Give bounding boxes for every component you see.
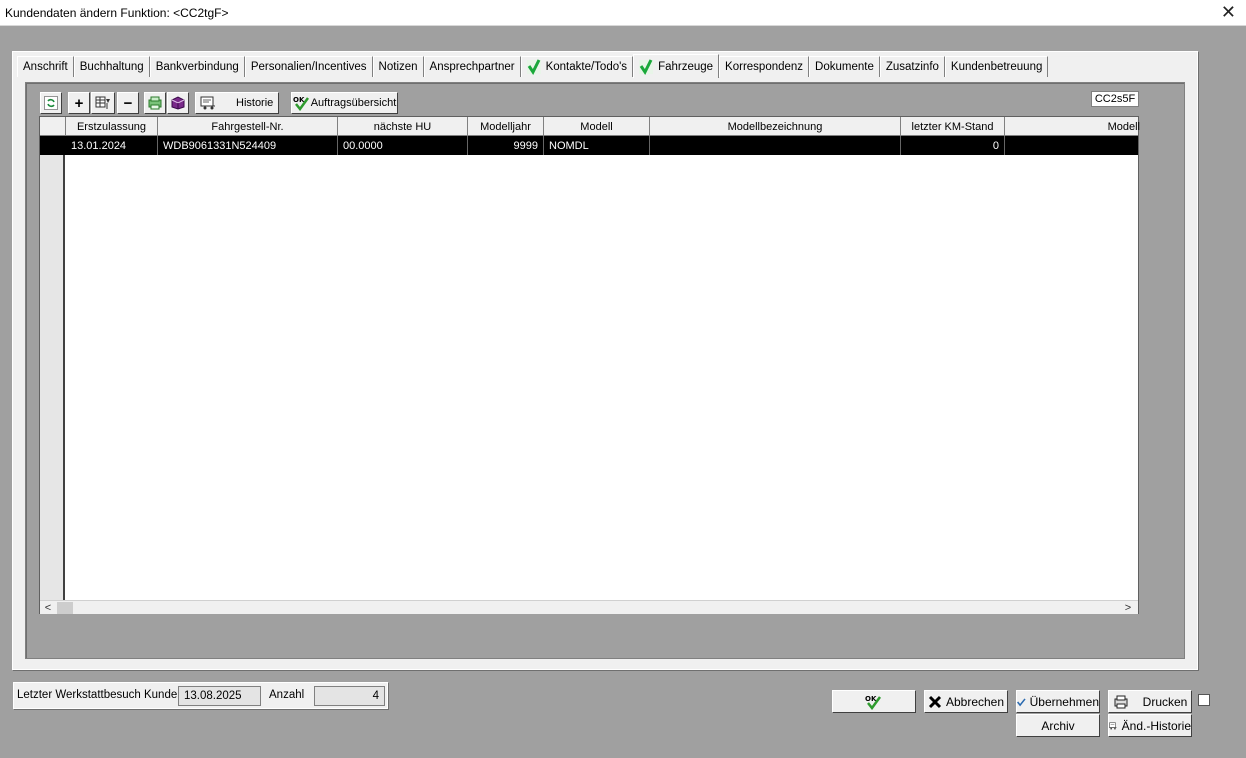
tab-personalien[interactable]: Personalien/Incentives [244, 56, 373, 77]
cell-modell: NOMDL [544, 136, 650, 155]
header-fahrgestell[interactable]: Fahrgestell-Nr. [158, 117, 338, 136]
table-row[interactable]: 13.01.2024 WDB9061331N524409 00.0000 999… [40, 136, 1138, 155]
printer-icon [1114, 695, 1128, 708]
tab-bankverbindung[interactable]: Bankverbindung [149, 56, 245, 77]
cell-erstzulassung: 13.01.2024 [66, 136, 158, 155]
function-code: CC2s5F [1091, 91, 1139, 107]
change-history-button[interactable]: Änd.-Historie [1108, 714, 1192, 737]
cell-modellbezeichnung [650, 136, 901, 155]
auftragsuebersicht-button[interactable]: OK Auftragsübersicht [291, 92, 398, 114]
header-indicator [40, 117, 66, 136]
tab-buchhaltung[interactable]: Buchhaltung [73, 56, 150, 77]
header-km-stand[interactable]: letzter KM-Stand [901, 117, 1005, 136]
tab-zusatzinfo[interactable]: Zusatzinfo [879, 56, 945, 77]
cell-km-stand: 0 [901, 136, 1005, 155]
tab-kontakte[interactable]: Kontakte/Todo's [520, 56, 634, 77]
plus-icon: + [74, 94, 84, 112]
history-icon [200, 96, 215, 110]
edit-button[interactable] [91, 92, 115, 114]
count-label: Anzahl [269, 689, 305, 701]
archiv-button[interactable]: Archiv [1016, 714, 1100, 737]
check-icon [1017, 697, 1026, 706]
check-icon [639, 58, 654, 75]
cell-modelljahr: 9999 [468, 136, 544, 155]
grid-header: Erstzulassung Fahrgestell-Nr. nächste HU… [40, 117, 1140, 136]
print-option-checkbox[interactable] [1198, 694, 1210, 706]
header-erstzulassung[interactable]: Erstzulassung [66, 117, 158, 136]
check-icon [526, 59, 541, 75]
window-title: Kundendaten ändern Funktion: <CC2tgF> [5, 6, 229, 20]
add-button[interactable]: + [68, 92, 90, 114]
print-list-button[interactable] [144, 92, 166, 114]
refresh-button[interactable] [40, 92, 62, 114]
cell-modell-2 [1005, 136, 1140, 155]
header-modell-2[interactable]: Modell [1005, 117, 1140, 136]
tab-panel: Anschrift Buchhaltung Bankverbindung Per… [12, 51, 1198, 670]
visit-label: Letzter Werkstattbesuch Kunde [17, 689, 178, 701]
header-modelljahr[interactable]: Modelljahr [468, 117, 544, 136]
vehicles-panel: + − Historie OK Auftragsübersicht CC2s5F [25, 82, 1185, 659]
historie-button[interactable]: Historie [195, 92, 279, 114]
tab-strip: Anschrift Buchhaltung Bankverbindung Per… [17, 54, 1049, 78]
tab-notizen[interactable]: Notizen [372, 56, 424, 77]
cell-naechste-hu: 00.0000 [338, 136, 468, 155]
ok-button[interactable]: OK [832, 690, 916, 713]
history-icon [1109, 721, 1117, 730]
scrollbar-thumb[interactable] [57, 602, 73, 614]
tab-fahrzeuge[interactable]: Fahrzeuge [633, 54, 720, 78]
minus-icon: − [123, 94, 133, 112]
apply-button[interactable]: Übernehmen [1016, 690, 1100, 713]
edit-grid-icon [95, 96, 110, 109]
book-icon [171, 96, 185, 110]
header-modell[interactable]: Modell [544, 117, 650, 136]
title-bar: Kundendaten ändern Funktion: <CC2tgF> ✕ [0, 0, 1246, 26]
printer-icon [148, 96, 162, 110]
cancel-button[interactable]: Abbrechen [924, 690, 1008, 713]
scroll-left-icon[interactable]: < [40, 601, 56, 615]
tab-korrespondenz[interactable]: Korrespondenz [719, 56, 810, 77]
status-panel: Letzter Werkstattbesuch Kunde 13.08.2025… [13, 682, 388, 709]
tab-kundenbetreuung[interactable]: Kundenbetreuung [944, 56, 1049, 77]
ok-check-icon: OK [293, 96, 309, 111]
header-naechste-hu[interactable]: nächste HU [338, 117, 468, 136]
visit-date-field: 13.08.2025 [178, 686, 261, 706]
ok-check-icon: OK [865, 695, 882, 710]
cell-fahrgestell: WDB9061331N524409 [158, 136, 338, 155]
close-icon[interactable]: ✕ [1221, 2, 1236, 22]
print-button[interactable]: Drucken [1108, 690, 1192, 713]
close-x-icon [928, 695, 942, 708]
count-field: 4 [314, 686, 385, 706]
tab-anschrift[interactable]: Anschrift [17, 56, 74, 77]
tab-dokumente[interactable]: Dokumente [809, 56, 880, 77]
remove-button[interactable]: − [117, 92, 139, 114]
scroll-right-icon[interactable]: > [1120, 601, 1136, 615]
row-indicator-column [40, 136, 65, 600]
horizontal-scrollbar[interactable]: < > [40, 600, 1138, 614]
vehicles-grid[interactable]: Erstzulassung Fahrgestell-Nr. nächste HU… [39, 116, 1140, 614]
book-button[interactable] [167, 92, 189, 114]
refresh-icon [44, 96, 58, 110]
header-modellbezeichnung[interactable]: Modellbezeichnung [650, 117, 901, 136]
tab-ansprechpartner[interactable]: Ansprechpartner [423, 56, 521, 77]
